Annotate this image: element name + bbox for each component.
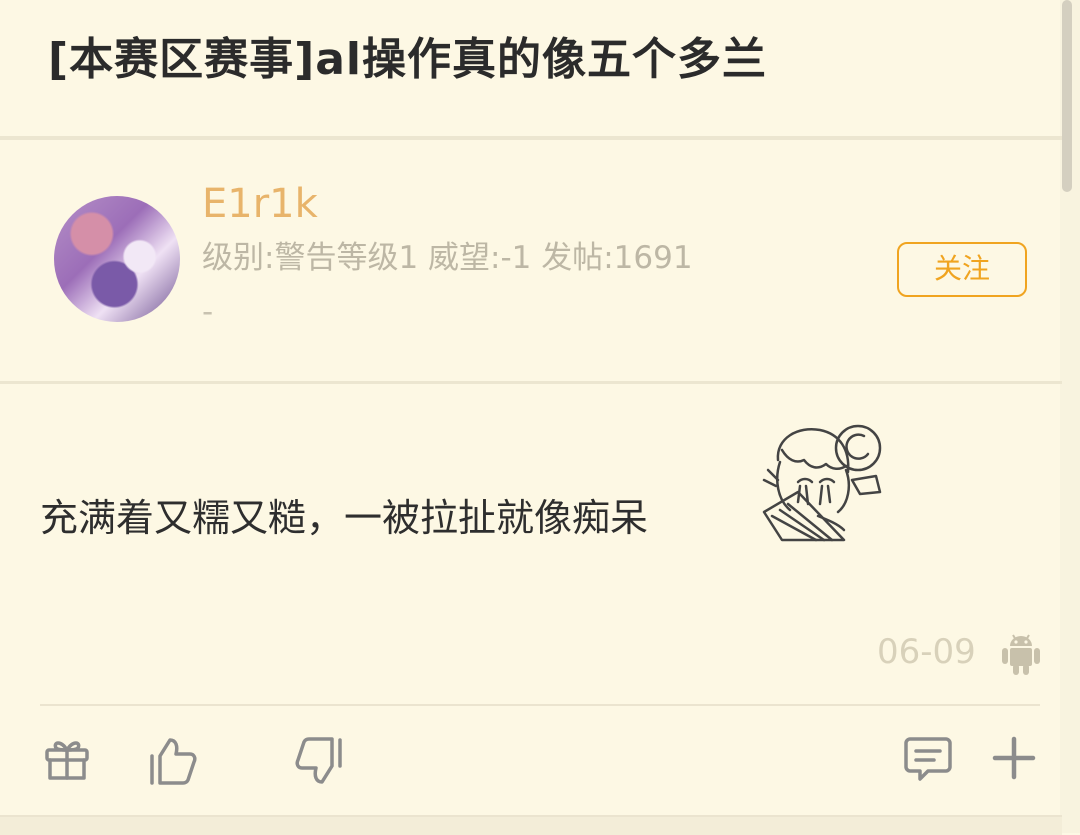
- divider: [0, 136, 1062, 140]
- author-name[interactable]: E1r1k: [202, 180, 318, 228]
- reply-content: 充满着又糯又糙，一被拉扯就像痴呆: [40, 496, 649, 540]
- gift-icon[interactable]: [44, 736, 90, 782]
- avatar[interactable]: [54, 196, 180, 322]
- divider: [0, 381, 1062, 384]
- plus-icon[interactable]: [992, 736, 1036, 780]
- reply-date: 06-09: [877, 632, 976, 672]
- author-extra: -: [202, 294, 214, 330]
- divider: [40, 704, 1040, 706]
- post-title: [本赛区赛事]al操作真的像五个多兰: [48, 34, 767, 85]
- comment-icon[interactable]: [904, 736, 952, 782]
- thumbs-down-icon[interactable]: [294, 736, 344, 786]
- android-icon: [1002, 634, 1040, 675]
- follow-button[interactable]: 关注: [897, 242, 1027, 297]
- sticker-image: [762, 424, 882, 542]
- author-meta: 级别:警告等级1 威望:-1 发帖:1691: [202, 240, 693, 276]
- thumbs-up-icon[interactable]: [148, 736, 198, 786]
- next-reply-edge: [0, 815, 1062, 835]
- scrollbar[interactable]: [1062, 0, 1072, 192]
